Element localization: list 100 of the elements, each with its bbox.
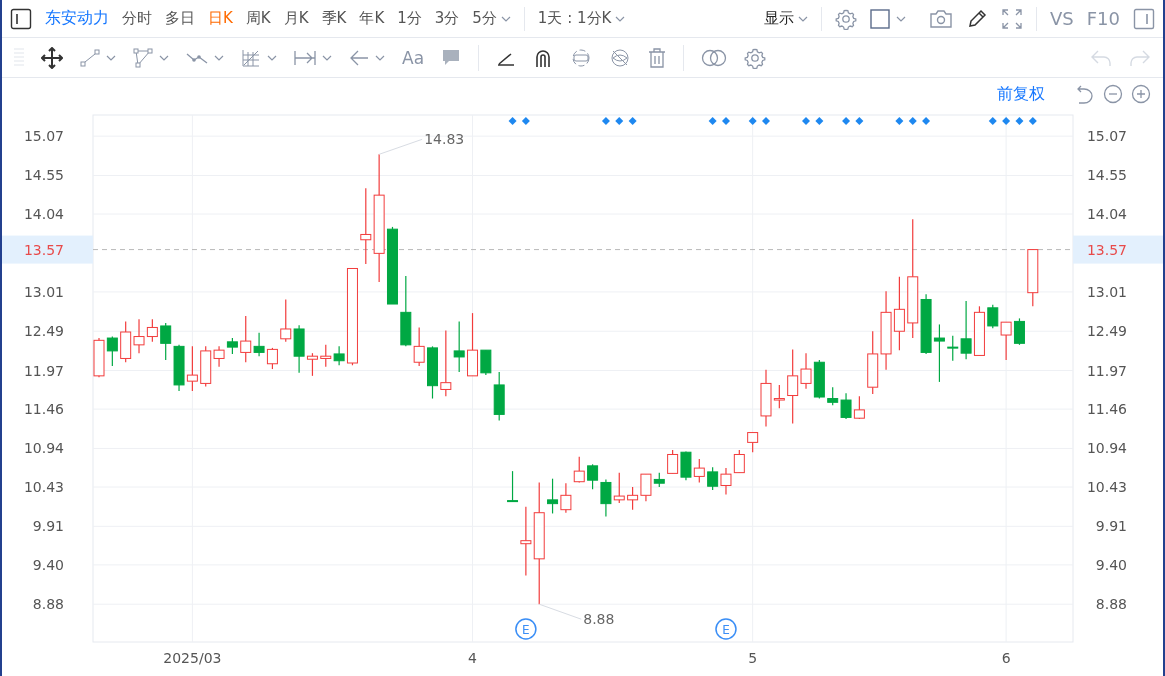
camera-icon[interactable]	[929, 8, 953, 29]
caret-icon	[159, 54, 169, 61]
settings-icon[interactable]	[835, 7, 857, 30]
period-tab[interactable]: 多日	[165, 9, 195, 28]
period-tab[interactable]: 年K	[359, 9, 385, 28]
y-axis-label: 15.07	[23, 128, 64, 145]
x-axis-label: 2025/03	[163, 650, 222, 666]
zoom-in-icon[interactable]	[1131, 84, 1151, 104]
signal-diamond-icon[interactable]	[748, 117, 757, 125]
period-tab[interactable]: 分时	[122, 9, 152, 28]
x-axis-label: 6	[1001, 650, 1011, 666]
y-axis-label: 14.55	[23, 167, 64, 184]
y-axis-label: 11.97	[23, 362, 64, 379]
y-axis-label: 11.46	[1086, 401, 1127, 418]
arrow-left-icon	[349, 48, 369, 67]
eye-slash-icon[interactable]	[609, 47, 632, 68]
overlap-circles-icon[interactable]	[701, 48, 728, 67]
signal-diamond-icon[interactable]	[908, 117, 917, 125]
display-dropdown[interactable]: 显示	[764, 9, 808, 28]
settings-icon[interactable]	[744, 46, 767, 69]
line-segment-icon	[80, 47, 100, 68]
y-axis-label: 12.49	[23, 323, 64, 340]
signal-diamond-icon[interactable]	[708, 117, 717, 125]
reset-icon[interactable]	[1075, 84, 1095, 104]
signal-diamond-icon[interactable]	[1028, 117, 1037, 125]
interval-dropdown[interactable]: 1天 : 1分K	[537, 9, 626, 28]
move-icon[interactable]	[41, 46, 63, 69]
y-axis-label: 8.88	[32, 596, 64, 613]
caret-icon	[267, 54, 277, 61]
price-adjustment-button[interactable]: 前复权	[997, 83, 1045, 105]
y-axis-label: 10.43	[1086, 479, 1127, 495]
signal-diamond-icon[interactable]	[988, 117, 997, 125]
y-axis-label: 8.88	[1095, 596, 1127, 613]
y-axis-label: 9.91	[32, 518, 64, 535]
sidebar-toggle-icon[interactable]	[10, 7, 32, 30]
arrow-tool-button[interactable]	[349, 48, 385, 67]
panel-icon[interactable]	[1133, 7, 1155, 30]
period-tab[interactable]: 周K	[245, 9, 271, 28]
period-tab[interactable]: 季K	[321, 9, 347, 28]
signal-diamond-icon[interactable]	[895, 117, 904, 125]
y-axis-label: 14.04	[1086, 206, 1127, 223]
polygon-tool-button[interactable]	[133, 47, 169, 68]
zoom-out-icon[interactable]	[1103, 84, 1123, 104]
line-tool-button[interactable]	[80, 47, 116, 68]
stock-name[interactable]: 东安动力	[45, 8, 109, 29]
signal-diamond-icon[interactable]	[855, 117, 864, 125]
fullscreen-icon[interactable]	[1001, 7, 1023, 30]
signal-diamond-icon[interactable]	[508, 117, 517, 125]
caret-icon	[375, 54, 385, 61]
signal-diamond-icon[interactable]	[722, 117, 730, 125]
caret-icon	[615, 15, 626, 22]
trash-icon[interactable]	[648, 47, 667, 68]
pencil-icon[interactable]	[966, 7, 988, 30]
grid-chart-icon	[241, 47, 261, 68]
signal-diamond-icon[interactable]	[922, 117, 931, 125]
period-tab[interactable]: 3分	[434, 9, 460, 28]
caret-icon	[500, 15, 511, 22]
price-annotation: 14.83	[424, 131, 465, 148]
signal-diamond-icon[interactable]	[802, 117, 810, 125]
candlestick	[720, 467, 732, 496]
price-annotation: 8.88	[583, 611, 615, 628]
caret-icon	[896, 15, 906, 22]
y-axis-label: 14.55	[1086, 167, 1127, 184]
period-tab[interactable]: 5分	[472, 9, 511, 28]
y-axis-label: 10.94	[1086, 440, 1127, 457]
signal-diamond-icon[interactable]	[521, 117, 530, 125]
fibonacci-tool-button[interactable]	[241, 47, 277, 68]
period-tab[interactable]: 1分	[397, 9, 422, 28]
last-price-label: 13.57	[1086, 241, 1127, 258]
y-axis-label: 10.94	[23, 440, 64, 457]
y-axis-label: 15.07	[1086, 128, 1127, 145]
range-icon	[294, 48, 316, 67]
signal-diamond-icon[interactable]	[1002, 117, 1011, 125]
signal-diamond-icon[interactable]	[815, 117, 824, 125]
signal-diamond-icon[interactable]	[601, 117, 610, 125]
y-axis-label: 13.01	[1086, 283, 1127, 300]
y-axis-label: 10.43	[23, 479, 64, 495]
y-axis-label: 12.49	[1086, 323, 1127, 340]
comment-icon[interactable]	[441, 47, 462, 68]
signal-diamond-icon[interactable]	[628, 117, 637, 125]
y-axis-label: 14.04	[23, 206, 64, 223]
color-picker-dropdown[interactable]	[870, 8, 906, 29]
y-axis-label: 13.01	[23, 283, 64, 300]
y-axis-label: 11.46	[23, 401, 64, 418]
leader-line	[378, 138, 423, 155]
x-axis-label: 5	[748, 650, 758, 666]
period-tab[interactable]: 月K	[283, 9, 309, 28]
signal-diamond-icon[interactable]	[1015, 117, 1024, 125]
polygon-icon	[133, 47, 153, 68]
last-price-label: 13.57	[23, 241, 64, 258]
y-axis-label: 11.97	[1086, 362, 1127, 379]
signal-diamond-icon[interactable]	[842, 117, 851, 125]
caret-icon	[798, 15, 808, 22]
signal-diamond-icon[interactable]	[615, 117, 624, 125]
caret-icon	[322, 54, 332, 61]
y-axis-label: 9.40	[1095, 556, 1127, 573]
measure-tool-button[interactable]	[294, 48, 332, 67]
signal-diamond-icon[interactable]	[762, 117, 770, 125]
x-axis-label: 4	[468, 650, 477, 666]
y-axis-label: 9.40	[32, 556, 64, 573]
